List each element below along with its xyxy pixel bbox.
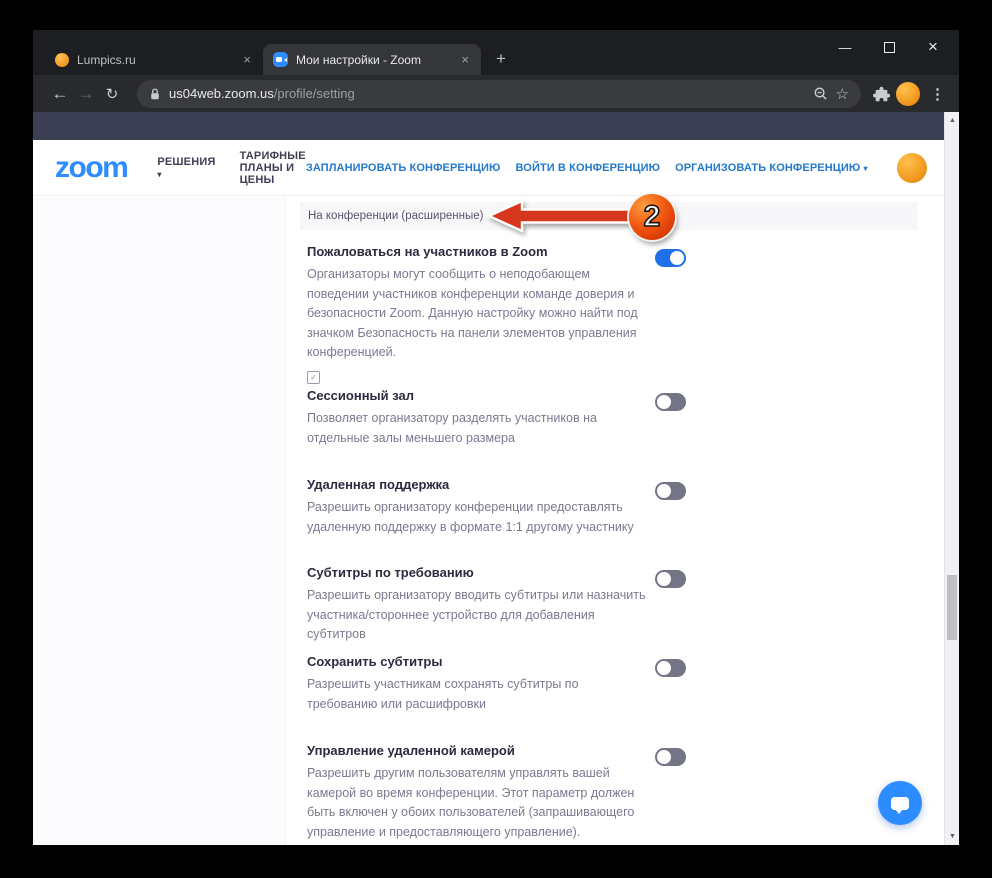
new-tab-button[interactable]: +	[487, 45, 515, 73]
setting-description: Позволяет организатору разделять участни…	[307, 411, 597, 445]
setting-description: Организаторы могут сообщить о неподобающ…	[307, 267, 638, 359]
chat-help-button[interactable]	[878, 781, 922, 825]
checked-checkbox-icon: ✓	[307, 370, 320, 384]
zoom-logo[interactable]: zoom	[55, 151, 129, 185]
nav-solutions[interactable]: РЕШЕНИЯ ▾	[157, 156, 215, 180]
tab-lumpics[interactable]: Lumpics.ru ×	[45, 44, 263, 75]
scrollbar-thumb[interactable]	[947, 575, 957, 640]
chat-bubble-icon	[891, 796, 909, 814]
forward-button[interactable]: →	[73, 84, 99, 104]
settings-sidebar	[33, 197, 286, 845]
nav-plans-pricing[interactable]: ТАРИФНЫЕ ПЛАНЫ И ЦЕНЫ	[240, 150, 306, 186]
setting-description: Разрешить организатору вводить субтитры …	[307, 588, 646, 641]
tab-title: Мои настройки - Zoom	[296, 52, 421, 67]
setting-toggle[interactable]	[655, 482, 686, 500]
setting-toggle[interactable]	[655, 570, 686, 588]
annotation-step-badge: 2	[629, 194, 675, 240]
url-host: us04web.zoom.us	[169, 86, 274, 101]
bookmark-star-icon[interactable]: ☆	[836, 85, 849, 103]
browser-toolbar: ← → ↻ us04web.zoom.us/profile/setting ☆ …	[33, 75, 959, 112]
setting-title: Сохранить субтитры	[307, 654, 443, 669]
reload-button[interactable]: ↻	[99, 85, 125, 103]
tab-close-icon[interactable]: ×	[241, 52, 253, 67]
setting-title: Сессионный зал	[307, 388, 415, 403]
setting-title: Управление удаленной камерой	[307, 743, 515, 758]
maximize-button[interactable]	[867, 34, 911, 60]
page-scrollbar[interactable]: ▲ ▼	[944, 112, 959, 845]
browser-menu-icon[interactable]: ⋮	[926, 85, 949, 103]
back-button[interactable]: ←	[47, 84, 73, 104]
minimize-button[interactable]: —	[823, 34, 867, 60]
scroll-up-icon[interactable]: ▲	[945, 113, 959, 128]
scroll-down-icon[interactable]: ▼	[945, 829, 959, 844]
setting-description: Разрешить участникам сохранять субтитры …	[307, 677, 579, 711]
site-actions: ЗАПЛАНИРОВАТЬ КОНФЕРЕНЦИЮ ВОЙТИ В КОНФЕР…	[306, 152, 927, 183]
url-path: /profile/setting	[273, 86, 355, 101]
setting-toggle[interactable]	[655, 748, 686, 766]
setting-toggle[interactable]	[655, 393, 686, 411]
setting-description: Разрешить организатору конференции предо…	[307, 500, 634, 534]
tab-zoom-settings[interactable]: Мои настройки - Zoom ×	[263, 44, 481, 75]
maximize-icon	[883, 41, 895, 53]
badge-number: 2	[643, 200, 661, 233]
tab-title: Lumpics.ru	[77, 52, 136, 67]
lock-icon	[149, 87, 161, 101]
site-nav: РЕШЕНИЯ ▾ ТАРИФНЫЕ ПЛАНЫ И ЦЕНЫ	[157, 150, 306, 186]
tab-strip: Lumpics.ru × Мои настройки - Zoom × + — …	[33, 30, 959, 75]
setting-row-remote-support: Удаленная поддержка Разрешить организато…	[307, 477, 707, 537]
tab-close-icon[interactable]: ×	[459, 52, 471, 67]
lumpics-favicon-icon	[55, 52, 69, 67]
setting-title: Субтитры по требованию	[307, 565, 474, 580]
browser-window: Lumpics.ru × Мои настройки - Zoom × + — …	[33, 30, 959, 845]
section-title: На конференции (расширенные)	[308, 210, 484, 222]
zoom-site-header: zoom РЕШЕНИЯ ▾ ТАРИФНЫЕ ПЛАНЫ И ЦЕНЫ ЗАП…	[33, 140, 944, 196]
address-bar[interactable]: us04web.zoom.us/profile/setting ☆	[137, 79, 861, 108]
zoom-favicon-icon	[273, 52, 288, 67]
account-avatar[interactable]	[896, 152, 927, 183]
extensions-puzzle-icon[interactable]	[873, 85, 890, 102]
chevron-down-icon: ▾	[863, 163, 868, 173]
setting-row-far-end-camera: Управление удаленной камерой Разрешить д…	[307, 743, 707, 842]
page-top-banner	[33, 112, 959, 140]
join-meeting-link[interactable]: ВОЙТИ В КОНФЕРЕНЦИЮ	[516, 162, 661, 174]
setting-title: Удаленная поддержка	[307, 477, 450, 492]
close-window-button[interactable]: ×	[911, 34, 955, 60]
setting-description: Разрешить другим пользователям управлять…	[307, 766, 635, 839]
chevron-down-icon: ▾	[157, 169, 162, 179]
annotation-arrow-icon	[485, 198, 635, 234]
setting-row-report-participants: Пожаловаться на участников в Zoom Органи…	[307, 244, 707, 385]
browser-profile-avatar[interactable]	[896, 81, 920, 106]
setting-row-save-captions: Сохранить субтитры Разрешить участникам …	[307, 654, 707, 714]
setting-toggle[interactable]	[655, 659, 686, 677]
setting-toggle[interactable]	[655, 249, 686, 267]
page-viewport: zoom РЕШЕНИЯ ▾ ТАРИФНЫЕ ПЛАНЫ И ЦЕНЫ ЗАП…	[33, 112, 959, 845]
setting-row-breakout-room: Сессионный зал Позволяет организатору ра…	[307, 388, 707, 448]
setting-title: Пожаловаться на участников в Zoom	[307, 244, 548, 259]
host-meeting-link[interactable]: ОРГАНИЗОВАТЬ КОНФЕРЕНЦИЮ ▾	[675, 162, 868, 174]
url-text[interactable]: us04web.zoom.us/profile/setting	[169, 86, 355, 101]
setting-row-closed-captions: Субтитры по требованию Разрешить организ…	[307, 565, 707, 645]
schedule-meeting-link[interactable]: ЗАПЛАНИРОВАТЬ КОНФЕРЕНЦИЮ	[306, 162, 501, 174]
zoom-out-icon[interactable]	[813, 86, 828, 101]
